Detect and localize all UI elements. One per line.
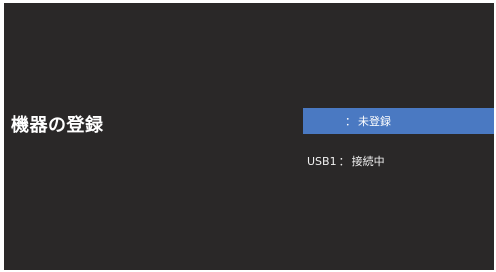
device-list: ： 未登録 USB1 ： 接続中 (303, 108, 494, 174)
tv-screen: 機器の登録 ： 未登録 USB1 ： 接続中 (4, 3, 494, 270)
device-separator: ： (345, 115, 356, 128)
device-status: 未登録 (358, 115, 391, 128)
device-separator: ： (338, 155, 350, 168)
device-status: 接続中 (351, 155, 385, 168)
device-item-unregistered[interactable]: ： 未登録 (303, 108, 494, 134)
device-name: USB1 (307, 154, 337, 168)
page-title: 機器の登録 (11, 115, 104, 136)
device-item-usb1[interactable]: USB1 ： 接続中 (303, 148, 494, 174)
